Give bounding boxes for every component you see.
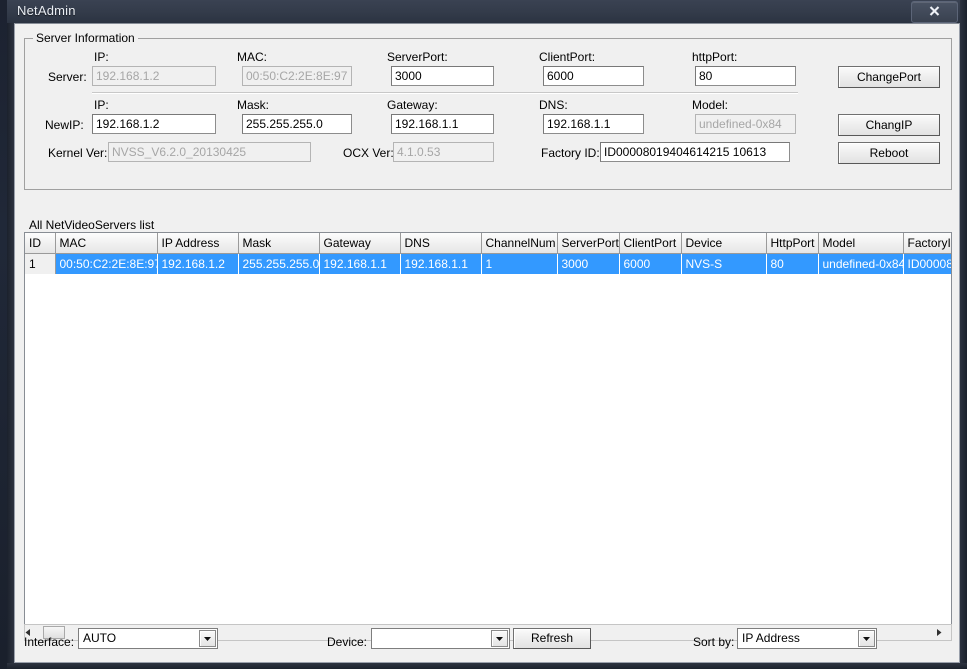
kernel-version-field[interactable]: NVSS_V6.2.0_20130425 bbox=[108, 142, 311, 162]
mask-field[interactable]: 255.255.255.0 bbox=[242, 114, 352, 134]
window-client-area: Server Information IP: MAC: ServerPort: … bbox=[14, 23, 960, 663]
chevron-down-icon[interactable] bbox=[199, 630, 216, 647]
netvideoservers-list[interactable]: ID MAC IP Address Mask Gateway DNS Chann… bbox=[24, 232, 952, 632]
window-frame-bottom bbox=[7, 663, 967, 669]
server-ip-field[interactable]: 192.168.1.2 bbox=[92, 66, 216, 86]
scroll-right-button[interactable] bbox=[935, 625, 951, 640]
col-header-id[interactable]: ID bbox=[25, 233, 56, 254]
cell-factoryid: ID000080194 bbox=[903, 253, 951, 274]
col-header-mac[interactable]: MAC bbox=[55, 233, 158, 254]
httpport-label: httpPort: bbox=[692, 50, 738, 64]
cell-device: NVS-S bbox=[681, 253, 767, 274]
list-caption: All NetVideoServers list bbox=[29, 218, 155, 232]
cell-gateway: 192.168.1.1 bbox=[319, 253, 401, 274]
gateway-label: Gateway: bbox=[387, 98, 438, 112]
close-button[interactable] bbox=[911, 1, 958, 23]
changeport-button[interactable]: ChangePort bbox=[838, 66, 940, 88]
cell-mac: 00:50:C2:2E:8E:97 bbox=[55, 253, 158, 274]
dns-field[interactable]: 192.168.1.1 bbox=[543, 114, 644, 134]
table-row[interactable]: 1 00:50:C2:2E:8E:97 192.168.1.2 255.255.… bbox=[25, 253, 951, 274]
window-title: NetAdmin bbox=[17, 3, 76, 18]
serverport-label: ServerPort: bbox=[387, 50, 448, 64]
interface-select[interactable]: AUTO bbox=[78, 628, 218, 649]
device-select[interactable] bbox=[371, 628, 510, 649]
col-header-channelnum[interactable]: ChannelNum bbox=[481, 233, 558, 254]
cell-mask: 255.255.255.0 bbox=[238, 253, 320, 274]
cell-serverport: 3000 bbox=[557, 253, 620, 274]
col-header-factoryid[interactable]: FactoryID bbox=[903, 233, 951, 254]
col-header-clientport[interactable]: ClientPort bbox=[619, 233, 682, 254]
sort-by-select[interactable]: IP Address bbox=[737, 628, 877, 649]
interface-select-value: AUTO bbox=[83, 631, 117, 645]
col-header-gateway[interactable]: Gateway bbox=[319, 233, 401, 254]
scroll-right-icon bbox=[937, 629, 942, 636]
factory-id-field[interactable]: ID00008019404614215 10613 bbox=[600, 142, 790, 162]
newip-ip-field[interactable]: 192.168.1.2 bbox=[92, 114, 216, 134]
cell-ip-address: 192.168.1.2 bbox=[157, 253, 239, 274]
mac-label: MAC: bbox=[237, 50, 267, 64]
clientport-label: ClientPort: bbox=[539, 50, 596, 64]
mac-field[interactable]: 00:50:C2:2E:8E:97 bbox=[242, 66, 352, 86]
ocx-version-label: OCX Ver: bbox=[343, 146, 394, 160]
server-table: ID MAC IP Address Mask Gateway DNS Chann… bbox=[25, 233, 951, 274]
clientport-field[interactable]: 6000 bbox=[543, 66, 644, 86]
mask-label: Mask: bbox=[237, 98, 270, 112]
server-row-label: Server: bbox=[48, 70, 87, 84]
sort-by-label: Sort by: bbox=[693, 635, 735, 649]
refresh-button[interactable]: Refresh bbox=[513, 628, 591, 649]
col-header-ip-address[interactable]: IP Address bbox=[157, 233, 239, 254]
server-information-group: Server Information IP: MAC: ServerPort: … bbox=[24, 31, 952, 190]
model-field[interactable]: undefined-0x84 bbox=[695, 114, 796, 134]
col-header-httpport[interactable]: HttpPort bbox=[766, 233, 819, 254]
cell-channelnum: 1 bbox=[481, 253, 558, 274]
col-header-model[interactable]: Model bbox=[818, 233, 904, 254]
col-header-dns[interactable]: DNS bbox=[400, 233, 482, 254]
model-label: Model: bbox=[692, 98, 729, 112]
table-header-row: ID MAC IP Address Mask Gateway DNS Chann… bbox=[25, 233, 951, 254]
newip-ip-label: IP: bbox=[94, 98, 109, 112]
window-titlebar[interactable]: NetAdmin bbox=[7, 0, 967, 23]
col-header-device[interactable]: Device bbox=[681, 233, 767, 254]
changeip-button[interactable]: ChangIP bbox=[838, 114, 940, 136]
kernel-version-label: Kernel Ver: bbox=[48, 146, 108, 160]
chevron-down-icon[interactable] bbox=[858, 630, 875, 647]
sort-by-select-value: IP Address bbox=[742, 631, 800, 645]
cell-dns: 192.168.1.1 bbox=[400, 253, 482, 274]
close-x-icon bbox=[929, 6, 940, 16]
gateway-field[interactable]: 192.168.1.1 bbox=[391, 114, 494, 134]
cell-clientport: 6000 bbox=[619, 253, 682, 274]
cell-httpport: 80 bbox=[766, 253, 819, 274]
chevron-down-icon[interactable] bbox=[491, 630, 508, 647]
server-ip-label: IP: bbox=[94, 50, 109, 64]
col-header-serverport[interactable]: ServerPort bbox=[557, 233, 620, 254]
col-header-mask[interactable]: Mask bbox=[238, 233, 320, 254]
device-label: Device: bbox=[327, 635, 368, 649]
dns-label: DNS: bbox=[539, 98, 568, 112]
server-information-title: Server Information bbox=[33, 31, 138, 45]
window-frame-right bbox=[960, 0, 967, 669]
netadmin-window: NetAdmin Server Information IP: MAC: Ser… bbox=[7, 0, 967, 669]
group-separator bbox=[92, 92, 798, 94]
cell-id: 1 bbox=[25, 253, 56, 274]
serverport-field[interactable]: 3000 bbox=[391, 66, 494, 86]
window-frame-left bbox=[7, 23, 14, 669]
httpport-field[interactable]: 80 bbox=[695, 66, 796, 86]
factory-id-label: Factory ID: bbox=[541, 146, 600, 160]
reboot-button[interactable]: Reboot bbox=[838, 142, 940, 164]
newip-row-label: NewIP: bbox=[45, 118, 84, 132]
ocx-version-field[interactable]: 4.1.0.53 bbox=[393, 142, 494, 162]
cell-model: undefined-0x84 bbox=[818, 253, 904, 274]
interface-label: Interface: bbox=[24, 635, 75, 649]
